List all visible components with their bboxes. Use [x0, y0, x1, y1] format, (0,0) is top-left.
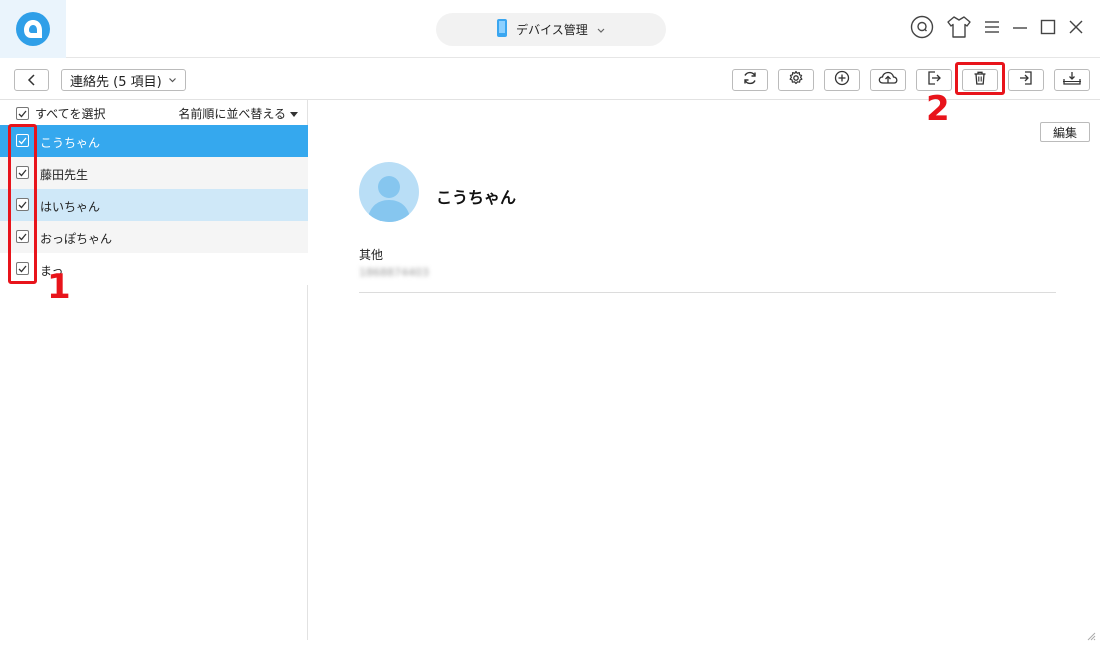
select-all-control[interactable]: すべてを選択	[16, 105, 105, 122]
settings-button[interactable]	[778, 69, 814, 91]
sort-label: 名前順に並べ替える	[178, 107, 286, 121]
sort-dropdown[interactable]: 名前順に並べ替える	[178, 105, 298, 122]
import-icon	[1018, 70, 1034, 90]
cloud-upload-button[interactable]	[870, 69, 906, 91]
chevron-left-icon	[27, 71, 37, 90]
refresh-icon	[742, 70, 758, 90]
settings-icon	[788, 70, 804, 90]
device-manager-label: デバイス管理	[516, 23, 588, 37]
skin-icon[interactable]	[946, 15, 972, 39]
chevron-down-icon	[168, 73, 177, 88]
export-icon	[926, 70, 942, 90]
annotation-box-delete	[955, 62, 1005, 95]
annotation-box-checkboxes	[8, 124, 37, 284]
section-label: 連絡先 (5 項目)	[70, 74, 162, 90]
maximize-icon[interactable]	[1040, 19, 1056, 35]
divider	[359, 292, 1056, 293]
caret-down-icon	[290, 107, 298, 121]
contact-name: 藤田先生	[40, 168, 89, 182]
device-manager-dropdown[interactable]: デバイス管理	[436, 13, 666, 46]
menu-icon[interactable]	[984, 20, 1000, 34]
contact-name: おっぽちゃん	[40, 232, 113, 246]
app-logo-tile	[0, 0, 66, 58]
export-button[interactable]	[916, 69, 952, 91]
search-icon[interactable]	[910, 15, 934, 39]
contact-row[interactable]: 藤田先生	[0, 157, 308, 189]
title-bar: デバイス管理	[0, 0, 1100, 58]
annotation-step-2: 2	[926, 89, 950, 129]
phone-icon	[496, 18, 508, 42]
contact-row[interactable]: おっぽちゃん	[0, 221, 308, 253]
add-contact-button[interactable]	[824, 69, 860, 91]
contact-name: こうちゃん	[40, 136, 101, 150]
field-label-other: 其他	[359, 248, 384, 262]
contact-row[interactable]: はいちゃん	[0, 189, 308, 221]
close-icon[interactable]	[1068, 19, 1084, 35]
contact-list-panel: すべてを選択 名前順に並べ替える こうちゃん 藤田先生 はいちゃん おっぽちゃん	[0, 100, 308, 640]
avatar	[359, 162, 419, 222]
resize-grip-icon[interactable]	[1086, 626, 1096, 641]
back-button[interactable]	[14, 69, 49, 91]
select-all-label: すべてを選択	[35, 107, 106, 121]
import-button[interactable]	[1008, 69, 1044, 91]
minimize-icon[interactable]	[1012, 20, 1028, 34]
add-icon	[834, 70, 850, 90]
refresh-button[interactable]	[732, 69, 768, 91]
contact-detail-panel: 編集 こうちゃん 其他 1868874403	[309, 100, 1100, 641]
download-icon	[1062, 70, 1082, 90]
edit-button[interactable]: 編集	[1040, 122, 1090, 142]
checkbox-checked-icon[interactable]	[16, 107, 29, 120]
contacts-section-dropdown[interactable]: 連絡先 (5 項目)	[61, 69, 186, 91]
upload-cloud-icon	[878, 70, 898, 90]
contact-detail-name: こうちゃん	[436, 188, 517, 207]
download-to-pc-button[interactable]	[1054, 69, 1090, 91]
list-header: すべてを選択 名前順に並べ替える	[0, 100, 308, 125]
annotation-step-1: 1	[47, 267, 71, 307]
contact-name: はいちゃん	[40, 200, 101, 214]
field-value-phone: 1868874403	[359, 266, 429, 279]
app-logo-icon	[16, 12, 50, 46]
person-icon	[367, 176, 411, 222]
contact-row[interactable]: こうちゃん	[0, 125, 308, 157]
chevron-down-icon	[596, 20, 606, 39]
